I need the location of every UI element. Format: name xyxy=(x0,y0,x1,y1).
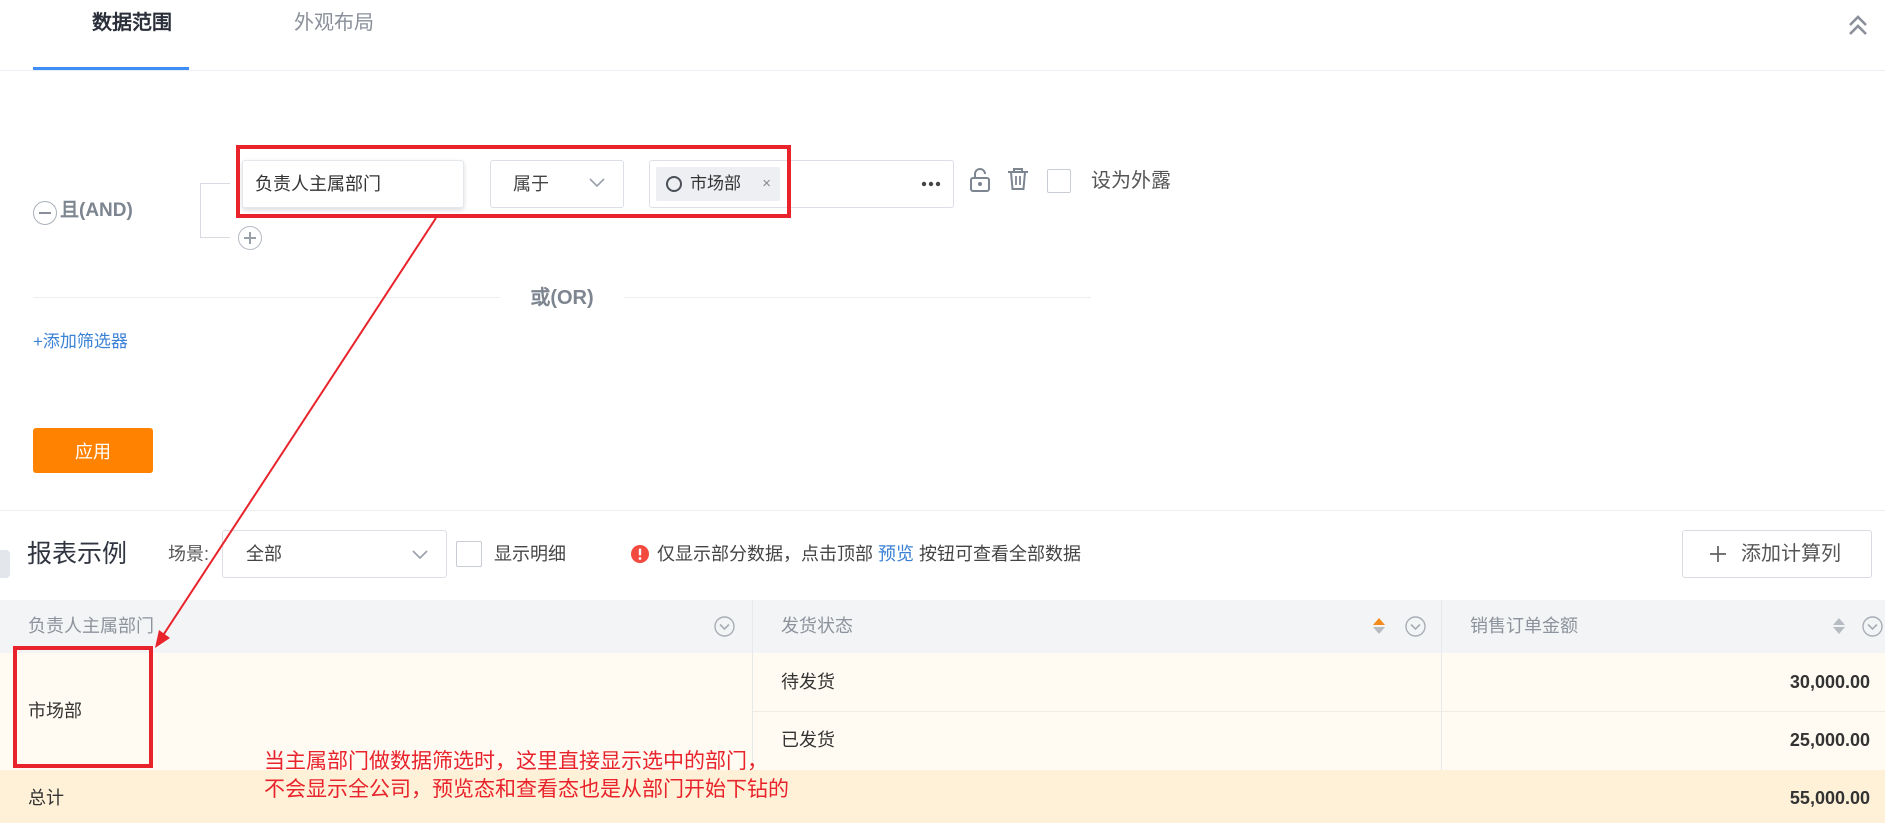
filter-field-select[interactable]: 负责人主属部门 xyxy=(242,160,464,208)
table-cell-department: 市场部 xyxy=(28,701,82,721)
column-header[interactable]: 发货状态 xyxy=(753,600,1441,653)
annotation-line-1: 当主属部门做数据筛选时，这里直接显示选中的部门， xyxy=(264,750,768,773)
section-divider xyxy=(0,510,1885,511)
report-title: 报表示例 xyxy=(27,540,128,568)
chevron-down-circle-icon[interactable] xyxy=(1862,616,1883,637)
chevron-down-circle-icon[interactable] xyxy=(1405,616,1426,637)
preview-link[interactable]: 预览 xyxy=(878,544,914,564)
table-cell-status: 待发货 xyxy=(781,672,835,692)
sort-icon[interactable] xyxy=(1372,616,1386,636)
column-header[interactable]: 负责人主属部门 xyxy=(0,600,752,653)
chevron-down-icon xyxy=(412,550,428,560)
add-filter-link[interactable]: +添加筛选器 xyxy=(33,330,128,354)
drag-handle[interactable] xyxy=(0,550,10,578)
add-calc-label: 添加计算列 xyxy=(1741,543,1841,565)
tag-close-icon[interactable]: × xyxy=(762,167,771,201)
tab-bar: 数据范围 外观布局 xyxy=(0,0,1885,71)
or-label: 或(OR) xyxy=(500,284,624,312)
total-label: 总计 xyxy=(28,788,64,808)
filter-value-select[interactable]: 市场部 × xyxy=(649,160,954,208)
notice-text: 仅显示部分数据，点击顶部 xyxy=(657,544,873,564)
department-icon xyxy=(666,176,682,192)
column-header[interactable]: 销售订单金额 xyxy=(1442,600,1885,653)
show-detail-label: 显示明细 xyxy=(494,544,566,564)
trash-icon[interactable] xyxy=(1006,166,1030,192)
notice-text-end: 按钮可查看全部数据 xyxy=(919,544,1082,564)
collapse-group-icon[interactable] xyxy=(33,201,57,225)
column-divider xyxy=(752,600,753,770)
apply-button[interactable]: 应用 xyxy=(33,428,153,473)
table-header: 负责人主属部门 发货状态 销售订单金额 xyxy=(0,600,1885,653)
chevron-down-circle-icon[interactable] xyxy=(714,616,735,637)
annotation-text: 当主属部门做数据筛选时，这里直接显示选中的部门， 不会显示全公司，预览态和查看态… xyxy=(264,748,789,804)
group-bracket xyxy=(200,183,230,238)
chevron-down-icon xyxy=(589,178,605,188)
alert-icon xyxy=(631,545,649,563)
more-icon[interactable] xyxy=(921,181,941,187)
total-value: 55,000.00 xyxy=(1789,788,1870,808)
add-calculated-column-button[interactable]: 添加计算列 xyxy=(1682,530,1872,578)
double-chevron-up-icon[interactable] xyxy=(1846,12,1870,38)
tab-appearance-layout[interactable]: 外观布局 xyxy=(294,8,374,38)
active-tab-indicator xyxy=(33,67,189,70)
value-tag-label: 市场部 xyxy=(690,174,741,193)
scene-value: 全部 xyxy=(246,544,282,564)
table-cell-status: 已发货 xyxy=(781,730,835,750)
plus-icon xyxy=(1710,546,1726,562)
tab-data-scope[interactable]: 数据范围 xyxy=(92,8,172,38)
expose-checkbox[interactable] xyxy=(1047,169,1071,193)
row-divider xyxy=(753,711,1885,712)
scene-select[interactable]: 全部 xyxy=(222,530,447,578)
data-notice: 仅显示部分数据，点击顶部 预览 按钮可查看全部数据 xyxy=(657,541,1081,567)
filter-operator-select[interactable]: 属于 xyxy=(490,160,624,208)
column-divider xyxy=(1441,600,1442,770)
unlock-icon[interactable] xyxy=(969,167,991,193)
sort-icon[interactable] xyxy=(1832,616,1846,636)
annotation-line-2: 不会显示全公司，预览态和查看态也是从部门开始下钻的 xyxy=(264,778,789,801)
add-condition-icon[interactable] xyxy=(238,226,262,250)
table-cell-amount: 25,000.00 xyxy=(1789,730,1870,750)
expose-label: 设为外露 xyxy=(1091,170,1171,192)
show-detail-checkbox[interactable] xyxy=(456,541,482,567)
table-cell-amount: 30,000.00 xyxy=(1789,672,1870,692)
and-label: 且(AND) xyxy=(60,200,133,221)
scene-label: 场景: xyxy=(168,544,210,564)
operator-label: 属于 xyxy=(513,174,549,194)
value-tag: 市场部 × xyxy=(656,167,780,201)
